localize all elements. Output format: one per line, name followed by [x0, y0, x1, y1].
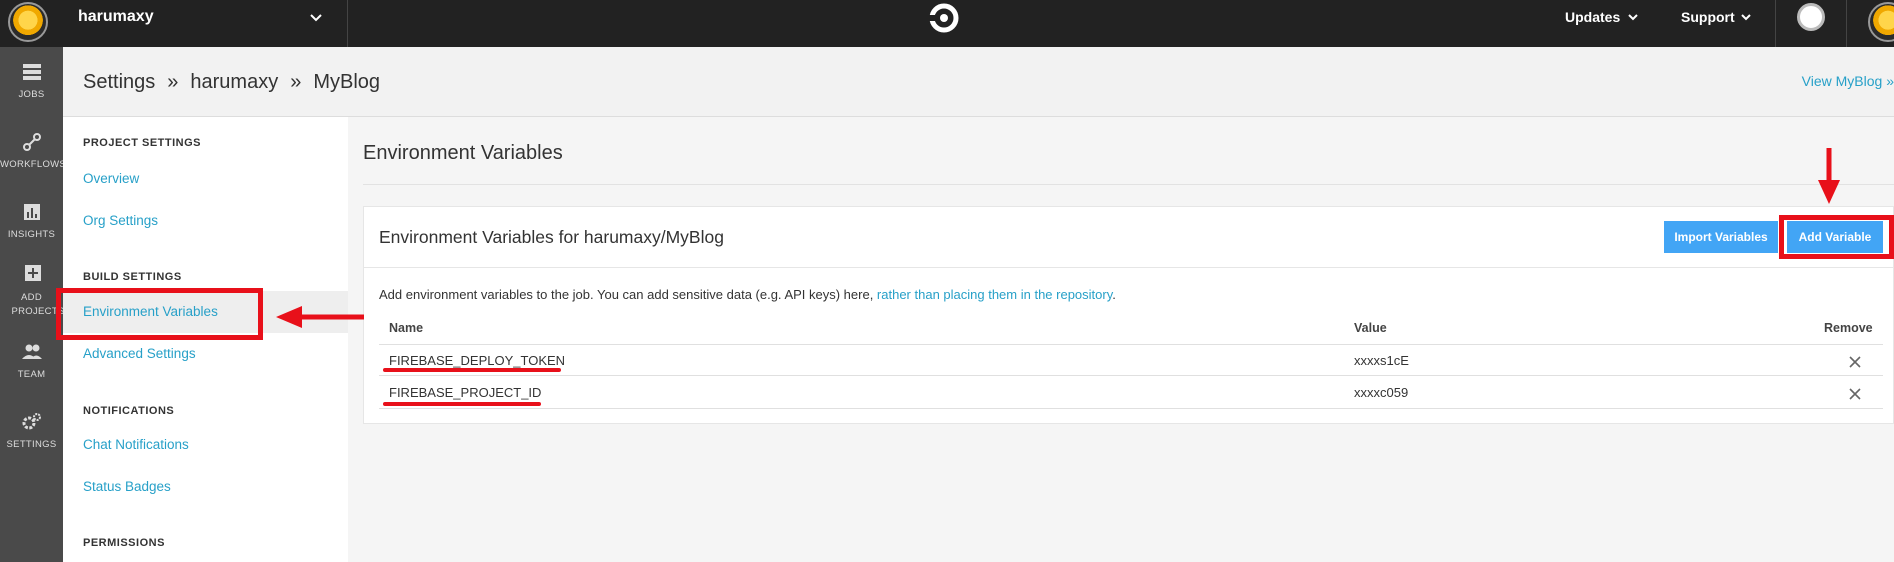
- description-end: .: [1112, 287, 1116, 302]
- org-switcher-label[interactable]: harumaxy: [78, 8, 154, 26]
- breadcrumb-project[interactable]: MyBlog: [313, 71, 380, 93]
- column-header-remove: Remove: [1824, 321, 1873, 335]
- rail-label: JOBS: [18, 89, 45, 100]
- breadcrumb-separator: »: [290, 71, 302, 93]
- rail-item-jobs[interactable]: JOBS: [0, 61, 63, 100]
- divider: [1775, 0, 1776, 47]
- user-avatar[interactable]: [1868, 2, 1894, 42]
- divider: [379, 344, 1883, 345]
- env-vars-card: Environment Variables for harumaxy/MyBlo…: [363, 206, 1894, 424]
- page-title: Environment Variables: [363, 142, 563, 164]
- rail-item-settings[interactable]: SETTINGS: [0, 411, 63, 450]
- insights-icon: [23, 204, 40, 220]
- top-bar: harumaxy Updates Support: [0, 0, 1894, 47]
- column-header-name: Name: [389, 321, 424, 335]
- annotation-arrow-down: [1818, 148, 1840, 204]
- sidebar-item-status-badges[interactable]: Status Badges: [83, 479, 171, 494]
- sidebar-item-advanced-settings[interactable]: Advanced Settings: [83, 346, 196, 361]
- divider: [364, 267, 1894, 268]
- divider: [379, 408, 1883, 409]
- divider: [1846, 0, 1847, 47]
- divider: [363, 184, 1894, 185]
- chevron-down-icon[interactable]: [1739, 10, 1753, 24]
- divider: [379, 375, 1883, 376]
- variable-name: FIREBASE_PROJECT_ID: [389, 385, 542, 400]
- annotation-box-env-vars: [56, 288, 263, 340]
- rail-label: TEAM: [17, 369, 46, 380]
- close-icon[interactable]: [1848, 387, 1862, 401]
- settings-icon: [22, 413, 41, 430]
- chevron-down-icon[interactable]: [1626, 10, 1640, 24]
- team-icon: [21, 344, 42, 359]
- page-header: Settings » harumaxy » MyBlog View MyBlog »: [63, 47, 1894, 117]
- circleci-logo-icon[interactable]: [928, 2, 960, 34]
- rail-label: INSIGHTS: [7, 229, 56, 240]
- variable-value: xxxxc059: [1354, 385, 1409, 400]
- breadcrumb-org[interactable]: harumaxy: [190, 71, 278, 93]
- sidebar-item-chat-notifications[interactable]: Chat Notifications: [83, 437, 189, 452]
- annotation-arrow-left: [276, 306, 364, 328]
- column-header-value: Value: [1354, 321, 1387, 335]
- sidebar-item-org-settings[interactable]: Org Settings: [83, 213, 158, 228]
- jobs-icon: [22, 64, 41, 80]
- rail-item-add-projects[interactable]: ADD PROJECTS: [0, 263, 65, 319]
- close-icon[interactable]: [1848, 355, 1862, 369]
- variable-value: xxxxs1cE: [1354, 353, 1409, 368]
- breadcrumb-separator: »: [167, 71, 179, 93]
- nav-rail: JOBS WORKFLOWS INSIGHTS ADD PROJECTS TEA…: [0, 47, 67, 562]
- description-body: Add environment variables to the job. Yo…: [379, 287, 877, 302]
- rail-label: WORKFLOWS: [0, 159, 67, 170]
- add-projects-icon: [24, 265, 41, 281]
- support-menu[interactable]: Support: [1681, 9, 1735, 25]
- view-project-link[interactable]: View MyBlog »: [1802, 73, 1894, 89]
- rail-label: SETTINGS: [6, 439, 57, 450]
- breadcrumb-settings[interactable]: Settings: [83, 71, 155, 93]
- annotation-underline: [383, 368, 561, 372]
- variable-name: FIREBASE_DEPLOY_TOKEN: [389, 353, 566, 368]
- status-gauge-icon[interactable]: [1797, 3, 1825, 31]
- annotation-underline: [383, 402, 541, 406]
- rail-item-team[interactable]: TEAM: [0, 341, 63, 380]
- repository-help-link[interactable]: rather than placing them in the reposito…: [877, 287, 1112, 302]
- rail-label: ADD PROJECTS: [11, 292, 65, 317]
- import-variables-button[interactable]: Import Variables: [1664, 221, 1778, 253]
- updates-menu[interactable]: Updates: [1565, 9, 1620, 25]
- section-heading-permissions: PERMISSIONS: [83, 537, 165, 549]
- breadcrumb: Settings » harumaxy » MyBlog: [83, 71, 380, 94]
- description-text: Add environment variables to the job. Yo…: [379, 287, 1116, 302]
- card-title: Environment Variables for harumaxy/MyBlo…: [379, 227, 724, 247]
- divider: [347, 0, 348, 47]
- annotation-box-add-variable: [1779, 215, 1894, 259]
- rail-item-workflows[interactable]: WORKFLOWS: [0, 131, 67, 170]
- section-heading-project: PROJECT SETTINGS: [83, 137, 202, 149]
- rail-item-insights[interactable]: INSIGHTS: [0, 201, 63, 240]
- section-heading-notifications: NOTIFICATIONS: [83, 405, 175, 417]
- section-heading-build: BUILD SETTINGS: [83, 271, 182, 283]
- chevron-down-icon[interactable]: [308, 9, 324, 25]
- workflows-icon: [22, 133, 41, 151]
- org-avatar[interactable]: [8, 2, 48, 42]
- sidebar-item-overview[interactable]: Overview: [83, 171, 139, 186]
